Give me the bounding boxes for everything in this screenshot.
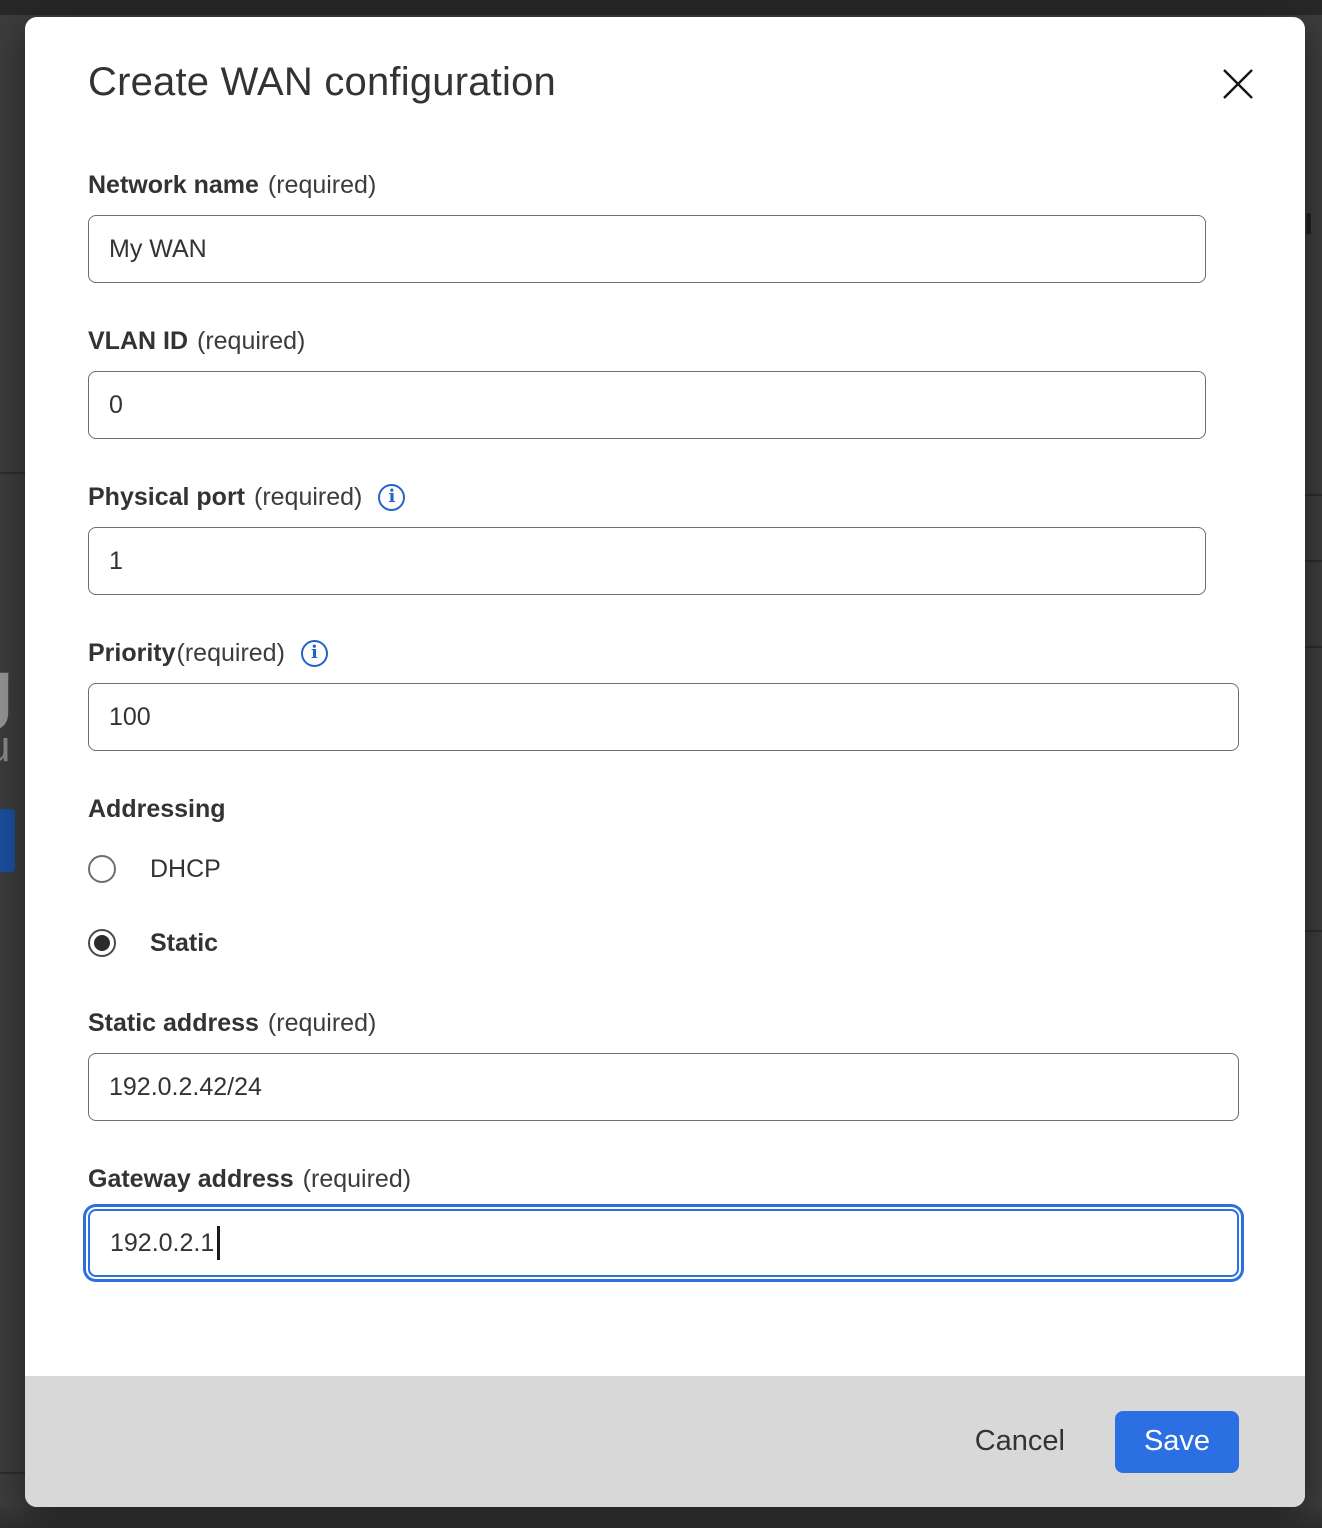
cancel-button[interactable]: Cancel xyxy=(975,1425,1065,1458)
static-address-input[interactable]: 192.0.2.42/24 xyxy=(88,1053,1239,1121)
required-hint: (required) xyxy=(268,1008,376,1038)
gateway-address-label: Gateway address xyxy=(88,1164,294,1194)
radio-button-static[interactable] xyxy=(88,929,116,957)
static-address-label: Static address xyxy=(88,1008,259,1038)
vlan-id-input[interactable]: 0 xyxy=(88,371,1206,439)
background-blue-button-fragment xyxy=(0,809,15,872)
info-icon[interactable]: i xyxy=(378,484,405,511)
network-name-label: Network name xyxy=(88,170,259,200)
gateway-address-input[interactable]: 192.0.2.1 xyxy=(88,1209,1239,1277)
static-address-value: 192.0.2.42/24 xyxy=(109,1073,262,1102)
required-hint: (required) xyxy=(197,326,305,356)
background-table-line xyxy=(1305,930,1322,932)
priority-field: Priority (required) i 100 xyxy=(88,638,1242,751)
background-text-fragment: g xyxy=(0,642,14,733)
addressing-option-dhcp[interactable]: DHCP xyxy=(88,854,1242,884)
background-table-line xyxy=(1305,494,1322,496)
dialog-footer: Cancel Save xyxy=(25,1376,1305,1507)
physical-port-field: Physical port (required) i 1 xyxy=(88,482,1242,595)
save-button[interactable]: Save xyxy=(1115,1411,1239,1473)
background-text-fragment: u xyxy=(0,722,10,772)
vlan-id-value: 0 xyxy=(109,391,123,420)
physical-port-label: Physical port xyxy=(88,482,245,512)
overlay-top-strip xyxy=(0,0,1322,15)
network-name-value: My WAN xyxy=(109,235,207,264)
text-cursor xyxy=(217,1226,220,1260)
priority-input[interactable]: 100 xyxy=(88,683,1239,751)
background-table-line xyxy=(0,1472,25,1474)
required-hint: (required) xyxy=(303,1164,411,1194)
priority-value: 100 xyxy=(109,703,151,732)
gateway-address-value: 192.0.2.1 xyxy=(110,1229,214,1258)
network-name-field: Network name (required) My WAN xyxy=(88,170,1242,283)
vlan-id-label: VLAN ID xyxy=(88,326,188,356)
network-name-input[interactable]: My WAN xyxy=(88,215,1206,283)
addressing-heading: Addressing xyxy=(88,794,1242,824)
dialog-title: Create WAN configuration xyxy=(88,56,1242,108)
background-table-line xyxy=(1305,646,1322,648)
static-address-field: Static address (required) 192.0.2.42/24 xyxy=(88,1008,1242,1121)
required-hint: (required) xyxy=(254,482,362,512)
addressing-option-static[interactable]: Static xyxy=(88,928,1242,958)
background-table-line xyxy=(1305,560,1322,562)
background-table-line xyxy=(0,472,25,474)
overlay-bottom-strip xyxy=(0,1507,1322,1528)
vlan-id-field: VLAN ID (required) 0 xyxy=(88,326,1242,439)
static-radio-label: Static xyxy=(150,929,218,958)
radio-button-dhcp[interactable] xyxy=(88,855,116,883)
create-wan-configuration-dialog: Create WAN configuration Network name (r… xyxy=(25,17,1305,1507)
gateway-address-field: Gateway address (required) 192.0.2.1 xyxy=(88,1164,1242,1277)
info-icon[interactable]: i xyxy=(301,640,328,667)
dhcp-radio-label: DHCP xyxy=(150,855,221,884)
physical-port-value: 1 xyxy=(109,547,123,576)
physical-port-input[interactable]: 1 xyxy=(88,527,1206,595)
priority-label: Priority xyxy=(88,638,176,668)
required-hint: (required) xyxy=(177,638,285,668)
required-hint: (required) xyxy=(268,170,376,200)
